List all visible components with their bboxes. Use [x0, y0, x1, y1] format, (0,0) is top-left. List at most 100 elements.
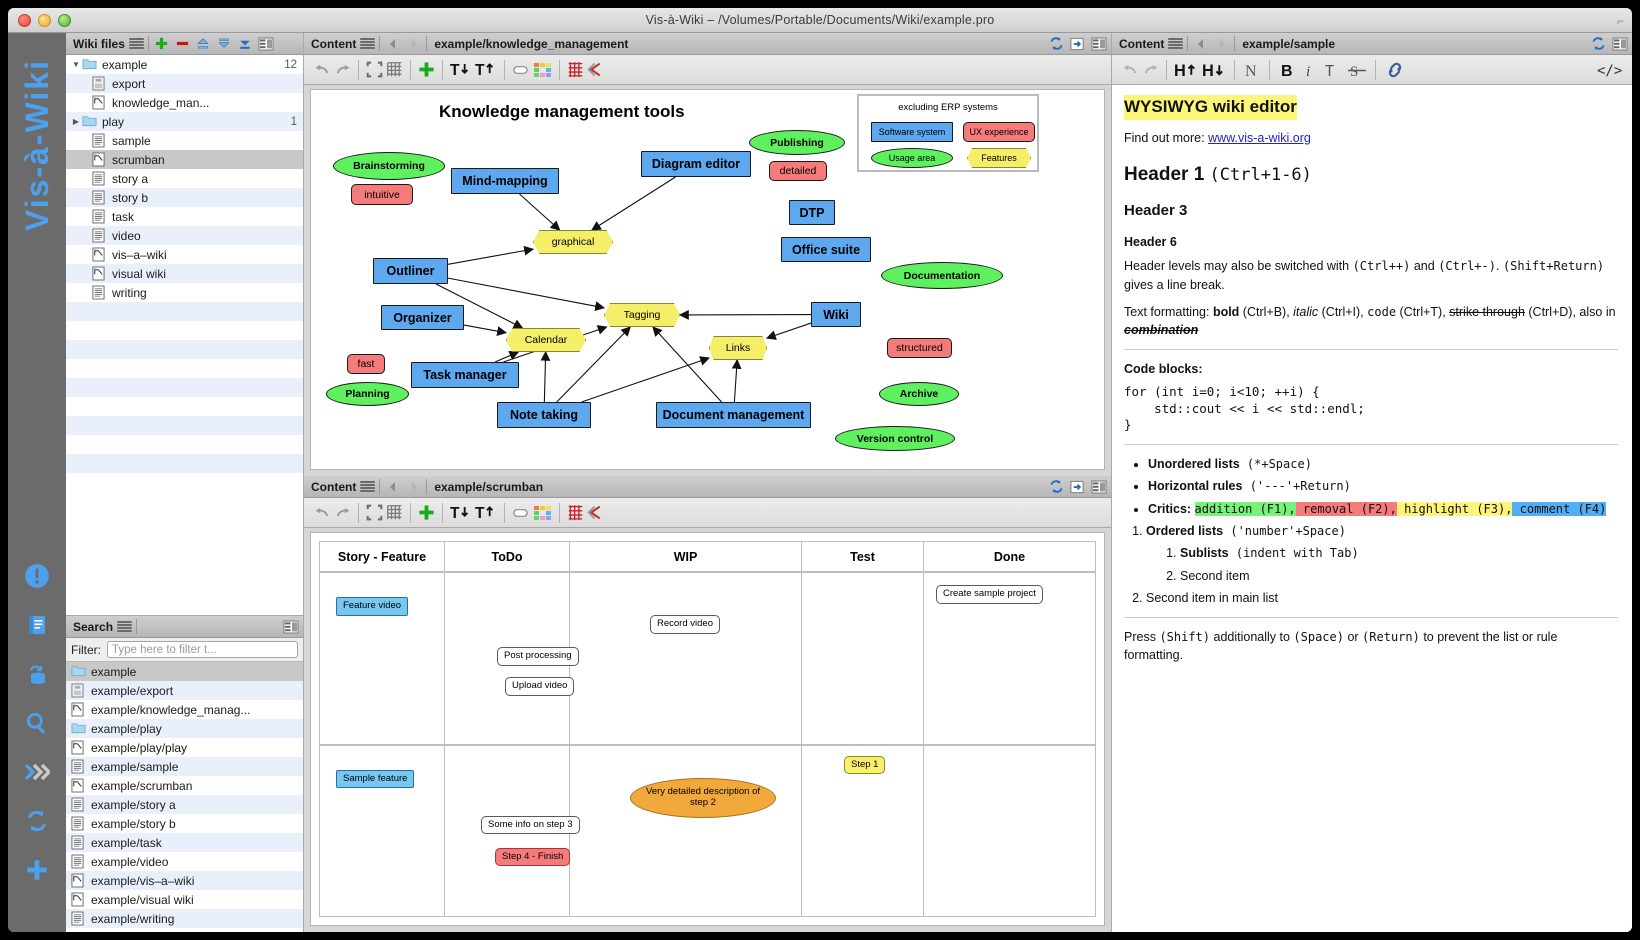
- search-result-item[interactable]: example/writing: [66, 909, 303, 928]
- diagram-menu-icon[interactable]: [360, 38, 376, 49]
- task-card[interactable]: Some info on step 3: [481, 815, 580, 835]
- search-result-item[interactable]: example/video: [66, 852, 303, 871]
- add-file-icon[interactable]: [153, 36, 170, 51]
- diagram-node[interactable]: Planning: [326, 382, 409, 406]
- alert-icon[interactable]: [23, 562, 51, 590]
- board-table-icon[interactable]: [567, 505, 584, 521]
- move-down-icon[interactable]: [216, 36, 233, 51]
- search-results-list[interactable]: example example/export example/knowledge_m…: [66, 662, 303, 932]
- header-down-icon[interactable]: H: [1202, 61, 1227, 79]
- diagram-node[interactable]: detailed: [769, 161, 827, 181]
- diagram-node[interactable]: structured: [887, 338, 952, 358]
- board-menu-icon[interactable]: [360, 481, 376, 492]
- diagram-node[interactable]: fast: [347, 354, 385, 374]
- wiki-file-item[interactable]: video: [66, 226, 303, 245]
- diagram-node[interactable]: Documentation: [881, 262, 1003, 289]
- link-icon[interactable]: [1383, 62, 1407, 77]
- bold-icon[interactable]: B: [1277, 62, 1297, 80]
- wiki-file-item[interactable]: ▶ play 1: [66, 112, 303, 131]
- diagram-edge[interactable]: [447, 277, 606, 311]
- story-card[interactable]: Feature video: [336, 597, 409, 616]
- diagram-forward-icon[interactable]: [405, 36, 422, 51]
- diagram-edge[interactable]: [652, 326, 723, 403]
- diagram-node[interactable]: Mind-mapping: [451, 168, 559, 194]
- minimize-button[interactable]: [38, 14, 51, 27]
- wiki-toolbar[interactable]: H H N B i T S </>: [1112, 55, 1632, 85]
- diagram-export-icon[interactable]: [1069, 36, 1086, 51]
- diagram-node[interactable]: Office suite: [781, 237, 871, 262]
- kanban-board[interactable]: Story - Feature ToDo WIP Test Done Feature vi…: [319, 541, 1096, 917]
- wiki-file-item[interactable]: story a: [66, 169, 303, 188]
- wiki-file-item[interactable]: scrumban: [66, 150, 303, 169]
- diagram-canvas[interactable]: Brainstorming intuitive Mind-mapping Diagra…: [310, 89, 1105, 470]
- wiki-file-item[interactable]: writing: [66, 283, 303, 302]
- board-add-node-icon[interactable]: [418, 505, 435, 520]
- search-result-item[interactable]: example/scrumban: [66, 776, 303, 795]
- diagram-node[interactable]: Diagram editor: [641, 151, 751, 177]
- search-result-item[interactable]: example/knowledge_manag...: [66, 700, 303, 719]
- wiki-files-tree[interactable]: ▼ example 12 export knowledge_man... ▶ play 1 sa…: [66, 55, 303, 615]
- board-cell[interactable]: [802, 573, 924, 744]
- board-toolbar[interactable]: T T: [304, 498, 1111, 528]
- search-result-item[interactable]: example/export: [66, 681, 303, 700]
- board-back-icon[interactable]: [384, 479, 401, 494]
- notebook-icon[interactable]: [23, 611, 51, 639]
- italic-icon[interactable]: i: [1300, 62, 1318, 80]
- redo-icon[interactable]: [334, 62, 351, 77]
- board-cell[interactable]: Step 1: [802, 745, 924, 916]
- diagram-toolbar[interactable]: T T: [304, 55, 1111, 85]
- diagram-node[interactable]: Links: [709, 336, 767, 360]
- diagram-edge[interactable]: [590, 176, 676, 231]
- wiki-file-item[interactable]: ▼ example 12: [66, 55, 303, 74]
- plus-icon[interactable]: [23, 856, 51, 884]
- wiki-forward-icon[interactable]: [1213, 36, 1230, 51]
- move-up-icon[interactable]: [195, 36, 212, 51]
- search-result-item[interactable]: example/play/play: [66, 738, 303, 757]
- chevrons-right-icon[interactable]: [23, 758, 51, 786]
- wiki-refresh-icon[interactable]: [1590, 36, 1607, 51]
- task-card[interactable]: Create sample project: [936, 585, 1043, 604]
- task-card[interactable]: Step 4 - Finish: [495, 847, 571, 867]
- board-cell[interactable]: Upload video Post processing: [445, 573, 579, 744]
- close-button[interactable]: [18, 14, 31, 27]
- header-up-icon[interactable]: H: [1174, 61, 1199, 79]
- diagram-node[interactable]: Tagging: [604, 303, 680, 327]
- wiki-menu-icon[interactable]: [1168, 38, 1184, 49]
- window-controls[interactable]: [18, 14, 71, 27]
- wiki-file-item[interactable]: sample: [66, 131, 303, 150]
- board-text-up-icon[interactable]: T: [475, 505, 497, 522]
- shape-icon[interactable]: [512, 62, 529, 77]
- strikethrough-icon[interactable]: S: [1346, 62, 1368, 80]
- board-layout-icon[interactable]: [1090, 479, 1107, 494]
- diagram-edge[interactable]: [447, 245, 535, 265]
- palette-icon[interactable]: [532, 62, 552, 77]
- task-card[interactable]: Record video: [650, 615, 720, 634]
- search-result-item[interactable]: example/task: [66, 833, 303, 852]
- normal-icon[interactable]: N: [1242, 62, 1262, 80]
- task-card[interactable]: Post processing: [497, 647, 579, 666]
- task-card[interactable]: Step 1: [844, 755, 886, 775]
- diagram-node[interactable]: Note taking: [497, 402, 591, 428]
- diagram-node[interactable]: Calendar: [506, 328, 586, 352]
- search-result-item[interactable]: example/story a: [66, 795, 303, 814]
- board-canvas[interactable]: Story - Feature ToDo WIP Test Done Feature vi…: [310, 532, 1105, 926]
- diagram-node[interactable]: Wiki: [811, 302, 861, 327]
- grid-icon[interactable]: [386, 62, 403, 77]
- diagram-edge[interactable]: [731, 358, 742, 403]
- vertical-toolbar[interactable]: [8, 562, 66, 884]
- board-text-down-icon[interactable]: T: [450, 505, 472, 522]
- fit-icon[interactable]: [366, 61, 383, 78]
- diagram-edge[interactable]: [581, 356, 711, 403]
- wiki-layout-icon[interactable]: [1611, 36, 1628, 51]
- diagram-back-icon[interactable]: [384, 36, 401, 51]
- story-card[interactable]: Sample feature: [336, 769, 415, 789]
- wiki-back-icon[interactable]: [1192, 36, 1209, 51]
- diagram-edge[interactable]: [463, 324, 508, 337]
- board-palette-icon[interactable]: [532, 505, 552, 520]
- board-undo-icon[interactable]: [314, 505, 331, 520]
- add-node-icon[interactable]: [418, 62, 435, 77]
- wiki-file-item[interactable]: visual wiki: [66, 264, 303, 283]
- layout-icon[interactable]: [258, 36, 275, 51]
- wiki-file-item[interactable]: knowledge_man...: [66, 93, 303, 112]
- task-card[interactable]: Upload video: [505, 677, 575, 696]
